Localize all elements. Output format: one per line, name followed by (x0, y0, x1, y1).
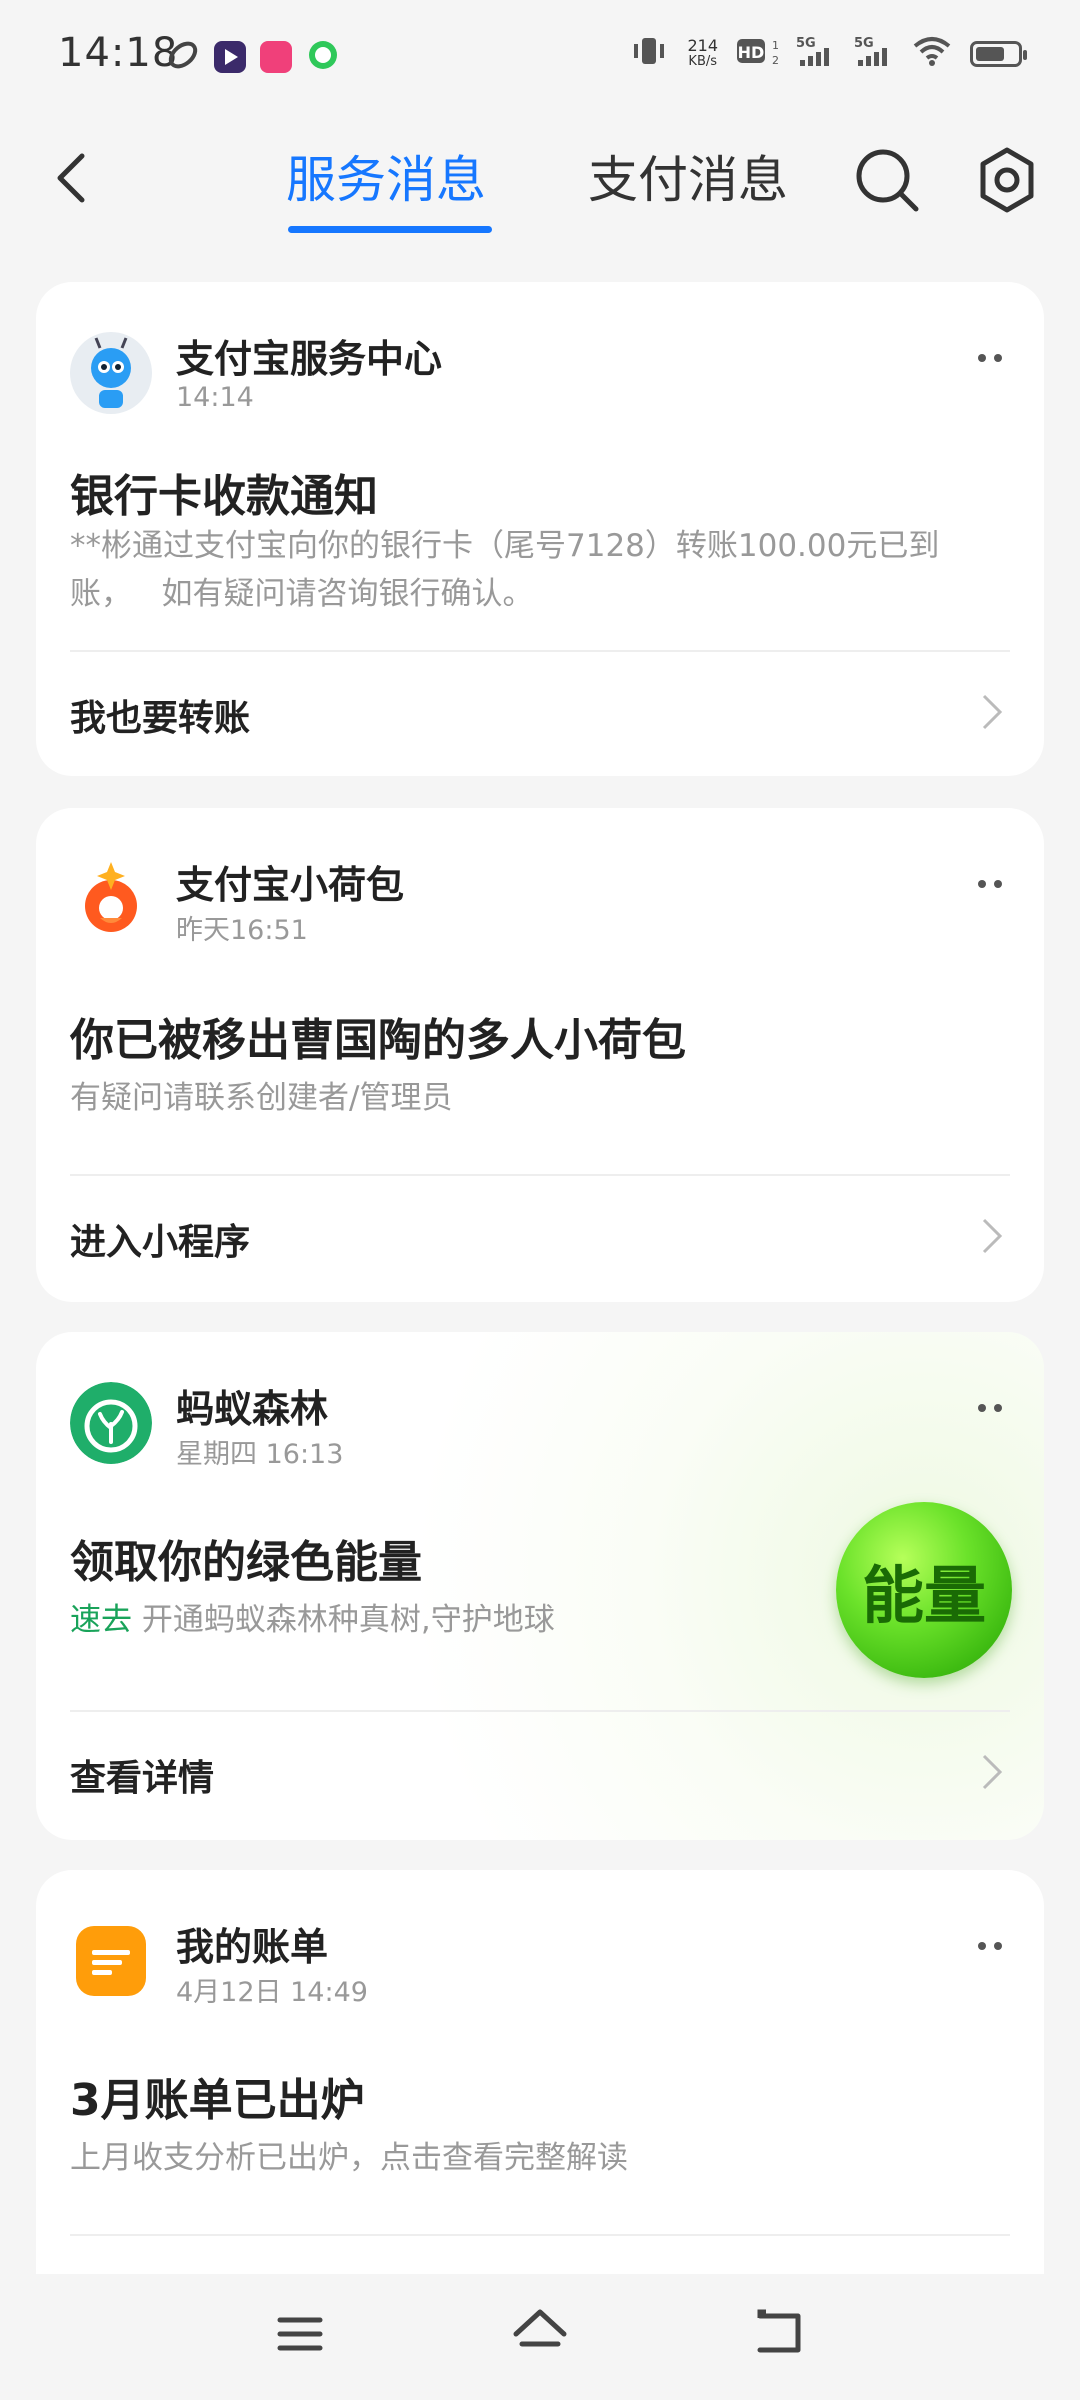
view-details-action-link[interactable]: 查看详情 (70, 1749, 214, 1801)
signal-5g-icon-1: 5G (796, 34, 836, 74)
status-notification-icons (166, 38, 340, 76)
svg-text:HD: HD (738, 43, 765, 62)
signal-5g-icon-2: 5G (854, 34, 894, 74)
divider (70, 650, 1010, 652)
sender-name: 支付宝服务中心 (176, 337, 443, 381)
message-time: 星期四 16:13 (176, 1439, 344, 1470)
system-navigation-bar (0, 2274, 1080, 2400)
network-speed: 214 KB/s (687, 36, 718, 70)
chevron-right-icon (980, 1216, 1004, 1256)
transfer-action-link[interactable]: 我也要转账 (70, 689, 250, 741)
energy-badge-text: 能量 (861, 1559, 986, 1632)
app-notification-icon (166, 38, 200, 76)
pouch-logo-icon (70, 858, 152, 940)
menu-icon[interactable] (270, 2304, 330, 2364)
battery-icon (970, 41, 1027, 67)
message-description: **彬通过支付宝向你的银行卡（尾号7128）转账100.00元已到 账， 如有疑… (70, 528, 940, 612)
vibrate-icon (629, 34, 669, 74)
mini-program-action-link[interactable]: 进入小程序 (70, 1213, 250, 1265)
message-description: 上月收支分析已出炉，点击查看完整解读 (70, 2140, 628, 2176)
energy-ball-badge[interactable]: 能量 (836, 1502, 1012, 1678)
hd-icon: HD 1 2 (736, 35, 779, 73)
message-time: 昨天16:51 (176, 915, 308, 946)
message-description: 有疑问请联系创建者/管理员 (70, 1080, 453, 1116)
sender-name: 支付宝小荷包 (176, 863, 405, 907)
status-bar: 14:18 214 KB/s HD 1 2 5G 5G (0, 0, 1080, 110)
forest-logo-icon (70, 1382, 152, 1464)
svg-text:2: 2 (772, 54, 778, 67)
back-icon[interactable] (44, 148, 104, 208)
divider (70, 1710, 1010, 1712)
divider (70, 2234, 1010, 2236)
sender-name: 我的账单 (176, 1925, 329, 1969)
message-title: 银行卡收款通知 (70, 471, 378, 522)
bill-icon (70, 1920, 152, 2002)
wifi-icon (912, 35, 952, 73)
message-title: 领取你的绿色能量 (70, 1537, 422, 1588)
more-icon[interactable] (970, 1398, 1010, 1418)
message-description: 速去 开通蚂蚁森林种真树,守护地球 (70, 1602, 555, 1638)
message-card[interactable]: 支付宝服务中心 14:14 银行卡收款通知 **彬通过支付宝向你的银行卡（尾号7… (36, 282, 1044, 776)
go-now-label: 速去 (70, 1602, 132, 1638)
more-icon[interactable] (970, 1936, 1010, 1956)
chevron-right-icon (980, 1752, 1004, 1792)
status-time: 14:18 (58, 30, 179, 76)
more-icon[interactable] (970, 348, 1010, 368)
home-icon[interactable] (510, 2304, 570, 2364)
chevron-right-icon (980, 692, 1004, 732)
header-nav: 服务消息 支付消息 (0, 110, 1080, 240)
message-card[interactable]: 支付宝小荷包 昨天16:51 你已被移出曹国陶的多人小荷包 有疑问请联系创建者/… (36, 808, 1044, 1302)
tab-payment-messages[interactable]: 支付消息 (588, 140, 788, 212)
message-time: 4月12日 14:49 (176, 1977, 368, 2008)
status-system-icons: 214 KB/s HD 1 2 5G 5G (629, 34, 1027, 74)
message-title: 你已被移出曹国陶的多人小荷包 (70, 1015, 686, 1066)
tab-service-messages[interactable]: 服务消息 (286, 140, 486, 212)
divider (70, 1174, 1010, 1176)
more-icon[interactable] (970, 874, 1010, 894)
sender-name: 蚂蚁森林 (176, 1387, 329, 1431)
shopping-notification-icon (260, 41, 292, 73)
gear-icon[interactable] (972, 145, 1042, 215)
svg-text:5G: 5G (854, 36, 874, 51)
svg-text:5G: 5G (796, 36, 816, 51)
chat-notification-icon (306, 38, 340, 76)
message-time: 14:14 (176, 382, 254, 413)
svg-text:1: 1 (772, 39, 778, 52)
search-icon[interactable] (852, 145, 922, 215)
message-title: 3月账单已出炉 (70, 2075, 365, 2126)
back-nav-icon[interactable] (750, 2304, 810, 2364)
robot-avatar (70, 332, 152, 414)
message-card[interactable]: 蚂蚁森林 星期四 16:13 领取你的绿色能量 速去 开通蚂蚁森林种真树,守护地… (36, 1332, 1044, 1840)
active-tab-indicator (288, 226, 492, 233)
player-notification-icon (214, 41, 246, 73)
message-card[interactable]: 我的账单 4月12日 14:49 3月账单已出炉 上月收支分析已出炉，点击查看完… (36, 1870, 1044, 2290)
